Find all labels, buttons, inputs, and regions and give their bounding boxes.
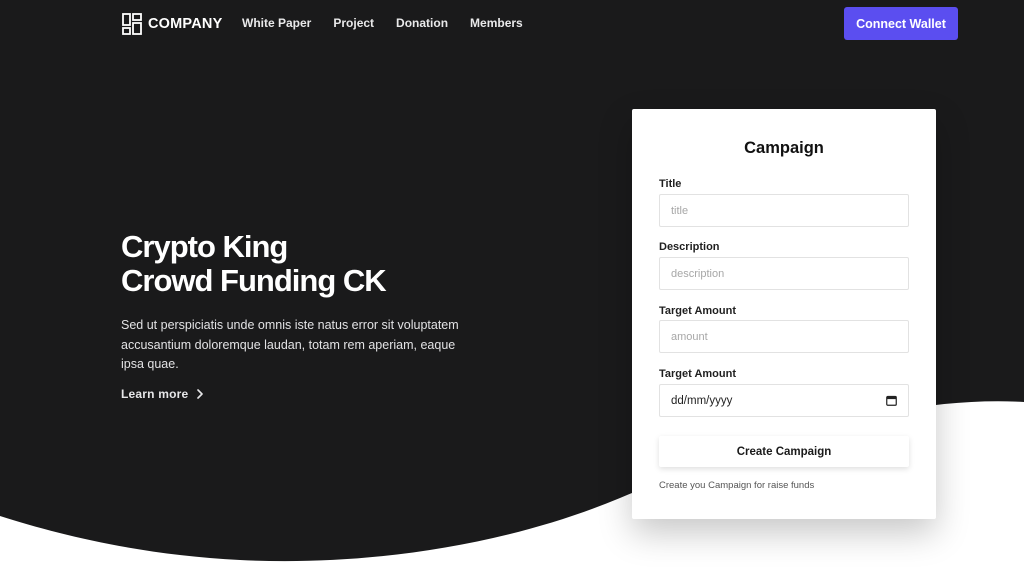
description-label: Description (659, 241, 720, 253)
nav-white-paper[interactable]: White Paper (242, 16, 311, 30)
connect-wallet-button[interactable]: Connect Wallet (844, 7, 958, 40)
hero-description: Sed ut perspiciatis unde omnis iste natu… (121, 318, 459, 371)
nav-members[interactable]: Members (470, 16, 523, 30)
logo[interactable]: COMPANY (122, 12, 222, 36)
hero-title-line-1: Crypto King (121, 229, 288, 264)
navbar: COMPANY White Paper Project Donation Mem… (0, 0, 1024, 48)
title-input[interactable] (659, 194, 909, 227)
title-label: Title (659, 178, 682, 190)
chevron-right-icon (197, 388, 204, 399)
nav-links: White Paper Project Donation Members (242, 16, 545, 30)
date-input[interactable]: dd/mm/yyyy (659, 384, 909, 417)
hero-section: Crypto King Crowd Funding CK Sed ut pers… (121, 230, 501, 403)
amount-input[interactable] (659, 320, 909, 353)
nav-donation[interactable]: Donation (396, 16, 448, 30)
hero-title-line-2: Crowd Funding CK (121, 263, 387, 298)
target-date-label: Target Amount (659, 368, 736, 380)
description-input[interactable] (659, 257, 909, 290)
learn-more-label: Learn more (121, 386, 189, 401)
grid-layout-icon (122, 13, 142, 35)
learn-more-link[interactable]: Learn more (121, 387, 204, 401)
nav-project[interactable]: Project (333, 16, 374, 30)
date-placeholder: dd/mm/yyyy (671, 394, 733, 407)
target-amount-label: Target Amount (659, 305, 736, 317)
hero-title: Crypto King Crowd Funding CK (121, 230, 501, 298)
brand-name: COMPANY (148, 16, 223, 32)
campaign-heading: Campaign (744, 139, 824, 157)
calendar-icon[interactable] (886, 395, 897, 406)
campaign-card: Campaign Title Description Target Amount… (632, 109, 936, 519)
create-campaign-button[interactable]: Create Campaign (659, 436, 909, 467)
helper-text: Create you Campaign for raise funds (659, 480, 815, 491)
